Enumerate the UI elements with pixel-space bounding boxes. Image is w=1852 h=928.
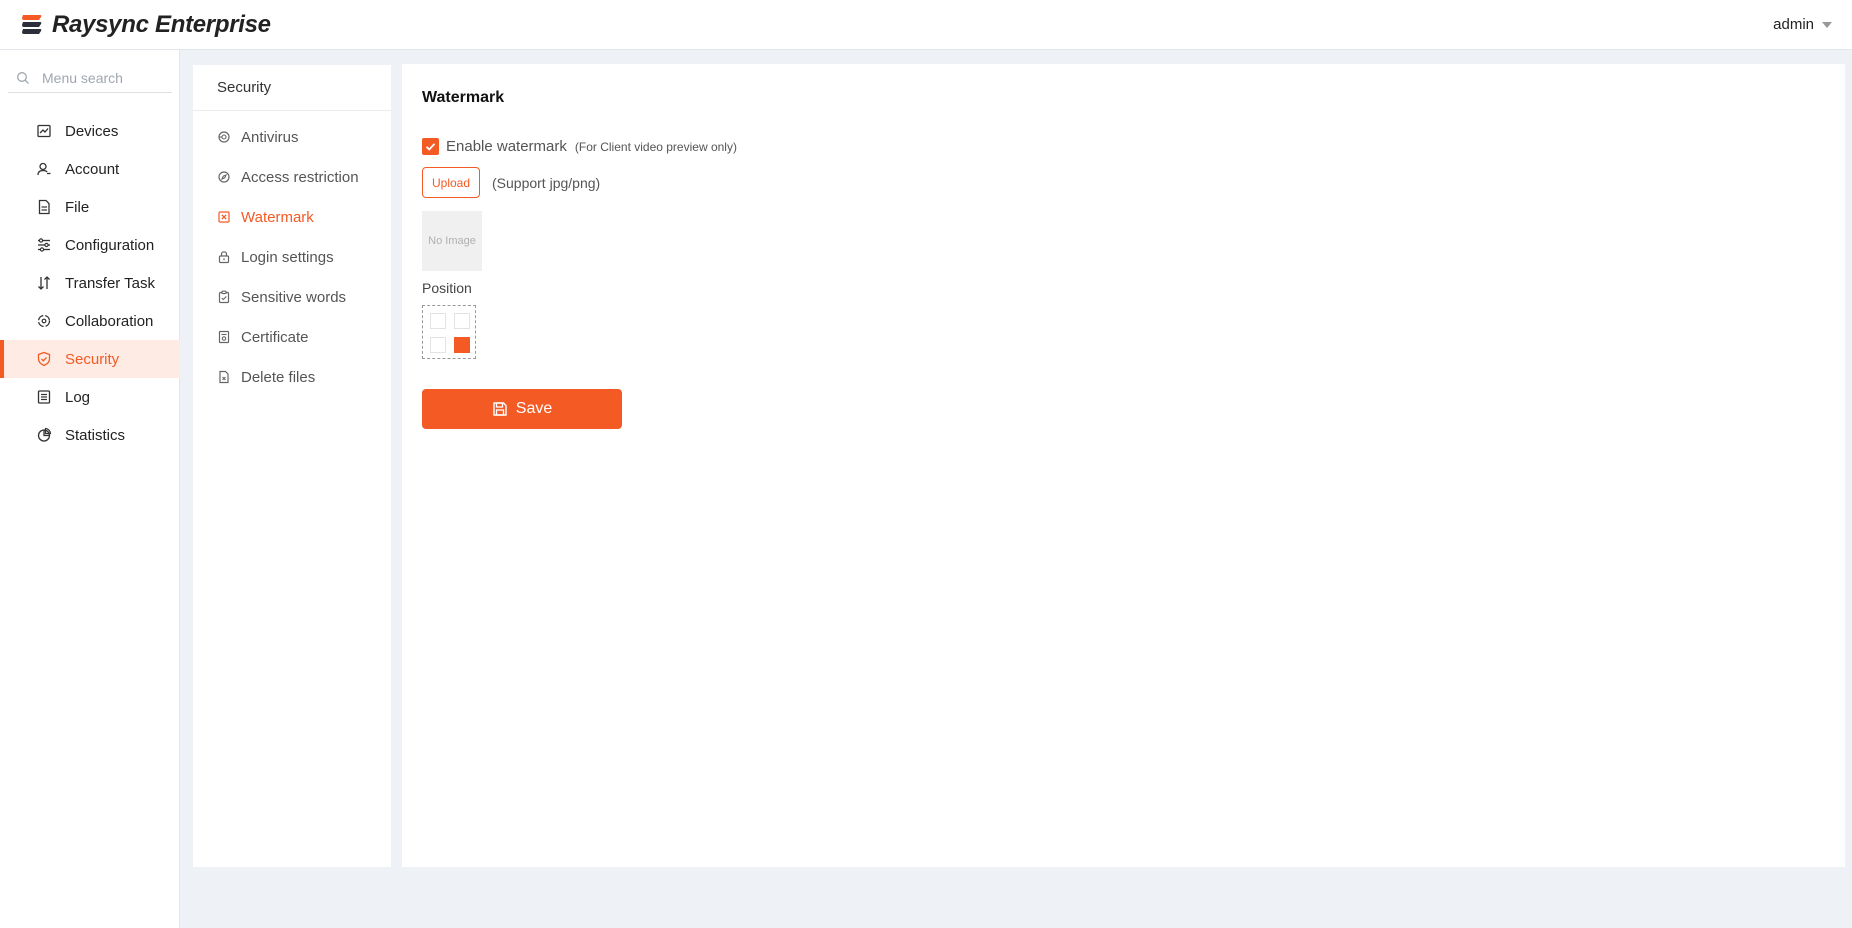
top-bar: Raysync Enterprise admin — [0, 0, 1852, 50]
subnav-list: Antivirus Access restriction Watermark L… — [193, 111, 391, 397]
sidebar-item-collaboration[interactable]: Collaboration — [0, 302, 180, 340]
position-top-left[interactable] — [430, 313, 446, 329]
caret-down-icon — [1822, 21, 1832, 28]
position-bottom-right[interactable] — [454, 337, 470, 353]
upload-hint: (Support jpg/png) — [492, 174, 601, 191]
subnav-item-label: Sensitive words — [241, 288, 347, 306]
sliders-icon — [36, 237, 52, 253]
file-icon — [36, 199, 52, 215]
subnav-item-label: Antivirus — [241, 128, 299, 146]
raysync-logo-icon — [22, 15, 42, 34]
subnav-item-label: Access restriction — [241, 168, 359, 186]
sidebar-item-account[interactable]: Account — [0, 150, 180, 188]
shield-icon — [36, 351, 52, 367]
sidebar-item-label: Account — [65, 160, 120, 178]
brand[interactable]: Raysync Enterprise — [18, 10, 271, 40]
sidebar-item-label: Security — [65, 350, 120, 368]
position-top-right[interactable] — [454, 313, 470, 329]
sidebar-menu: Devices Account File Configuration Trans… — [0, 112, 180, 454]
search-icon — [17, 71, 29, 84]
subnav-item-sensitive-words[interactable]: Sensitive words — [193, 277, 391, 317]
upload-button[interactable]: Upload — [422, 167, 480, 198]
sidebar-item-label: Statistics — [65, 426, 126, 444]
subnav-item-certificate[interactable]: Certificate — [193, 317, 391, 357]
pie-chart-icon — [36, 427, 52, 443]
sidebar-item-transfer-task[interactable]: Transfer Task — [0, 264, 180, 302]
menu-search — [8, 63, 172, 93]
menu-search-input[interactable] — [42, 69, 172, 86]
subnav-item-delete-files[interactable]: Delete files — [193, 357, 391, 397]
checkmark-icon — [425, 143, 436, 151]
antivirus-icon — [217, 130, 231, 144]
transfer-arrows-icon — [36, 275, 52, 291]
certificate-icon — [217, 330, 231, 344]
log-icon — [36, 389, 52, 405]
sidebar-item-statistics[interactable]: Statistics — [0, 416, 180, 454]
watermark-image-preview: No Image — [422, 211, 482, 271]
sidebar-item-security[interactable]: Security — [0, 340, 180, 378]
subnav-item-label: Certificate — [241, 328, 309, 346]
enable-watermark-checkbox[interactable] — [422, 138, 439, 155]
app-title: Raysync Enterprise — [52, 11, 271, 38]
subnav-item-label: Login settings — [241, 248, 334, 266]
sidebar-item-file[interactable]: File — [0, 188, 180, 226]
clipboard-icon — [217, 290, 231, 304]
monitor-chart-icon — [36, 123, 52, 139]
sidebar-item-label: Transfer Task — [65, 274, 156, 292]
user-name: admin — [1773, 16, 1814, 33]
sidebar-item-label: Log — [65, 388, 91, 406]
sidebar-item-label: File — [65, 198, 90, 216]
upload-row: Upload (Support jpg/png) — [422, 167, 600, 198]
sidebar-item-log[interactable]: Log — [0, 378, 180, 416]
save-icon — [493, 402, 507, 416]
subnav-item-watermark[interactable]: Watermark — [193, 197, 391, 237]
sidebar-item-label: Devices — [65, 122, 119, 140]
subnav-item-label: Watermark — [241, 208, 314, 226]
page-title: Watermark — [422, 89, 505, 106]
position-bottom-left[interactable] — [430, 337, 446, 353]
user-menu[interactable]: admin — [1773, 16, 1832, 33]
sidebar-item-configuration[interactable]: Configuration — [0, 226, 180, 264]
lock-icon — [217, 250, 231, 264]
enable-watermark-note: (For Client video preview only) — [574, 139, 737, 154]
compass-icon — [217, 170, 231, 184]
watermark-panel: Watermark Enable watermark (For Client v… — [402, 64, 1845, 867]
save-button-label: Save — [515, 400, 553, 417]
sidebar: Devices Account File Configuration Trans… — [0, 50, 180, 928]
enable-watermark-label: Enable watermark — [446, 138, 567, 155]
subnav-title: Security — [193, 65, 391, 111]
subnav-item-antivirus[interactable]: Antivirus — [193, 117, 391, 157]
subnav-item-login-settings[interactable]: Login settings — [193, 237, 391, 277]
enable-watermark-row: Enable watermark (For Client video previ… — [422, 138, 737, 155]
position-grid — [422, 305, 476, 359]
subnav-item-label: Delete files — [241, 368, 316, 386]
security-subnav: Security Antivirus Access restriction Wa… — [193, 65, 391, 867]
user-icon — [36, 161, 52, 177]
position-label: Position — [422, 280, 472, 296]
sidebar-item-label: Collaboration — [65, 312, 154, 330]
sidebar-item-devices[interactable]: Devices — [0, 112, 180, 150]
subnav-item-access-restriction[interactable]: Access restriction — [193, 157, 391, 197]
watermark-icon — [217, 210, 231, 224]
sidebar-item-label: Configuration — [65, 236, 155, 254]
collaboration-icon — [36, 313, 52, 329]
save-button[interactable]: Save — [422, 389, 622, 429]
delete-file-icon — [217, 370, 231, 384]
